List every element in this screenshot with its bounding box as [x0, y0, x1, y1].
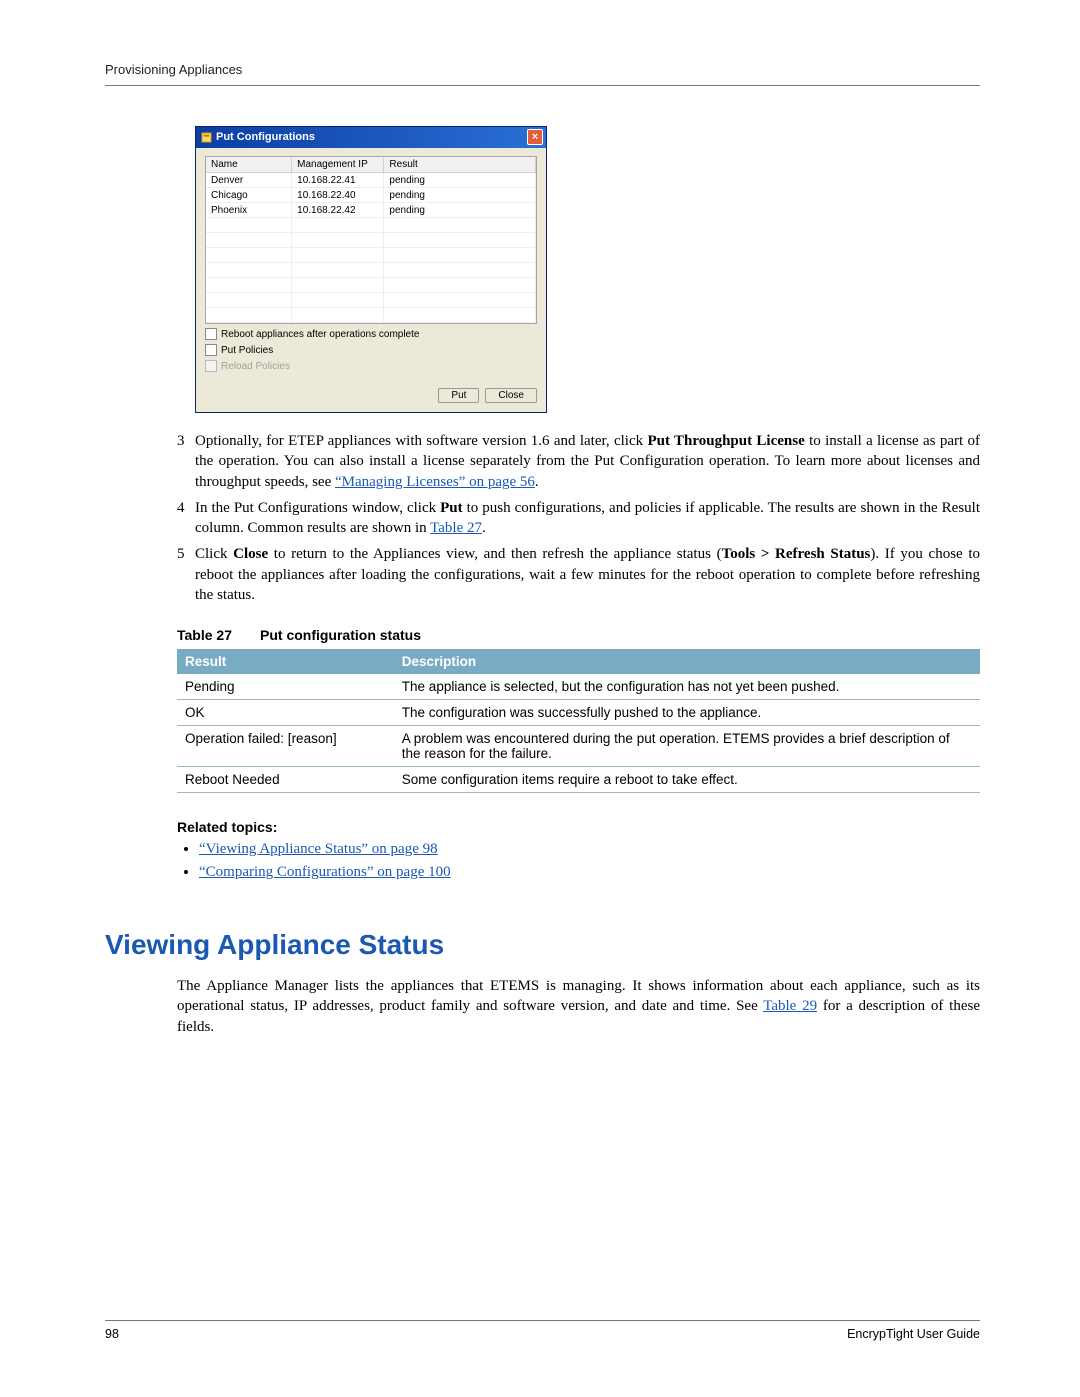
- table-row: OK The configuration was successfully pu…: [177, 700, 980, 726]
- content: 3 Optionally, for ETEP appliances with s…: [177, 431, 980, 1037]
- table-row: Pending The appliance is selected, but t…: [177, 674, 980, 700]
- th-description: Description: [394, 649, 980, 674]
- dialog-title: Put Configurations: [216, 131, 315, 143]
- dialog-buttons: Put Close: [196, 380, 546, 412]
- table-row[interactable]: Phoenix 10.168.22.42 pending: [206, 203, 536, 218]
- page-number: 98: [105, 1327, 119, 1341]
- related-topics-heading: Related topics:: [177, 819, 980, 835]
- related-link[interactable]: “Comparing Configurations” on page 100: [199, 864, 451, 880]
- th-result: Result: [177, 649, 394, 674]
- col-ip: Management IP: [292, 157, 384, 173]
- checkbox-icon: [205, 328, 217, 340]
- close-icon[interactable]: ×: [527, 129, 543, 145]
- table-row[interactable]: Denver 10.168.22.41 pending: [206, 173, 536, 188]
- col-result: Result: [384, 157, 536, 173]
- running-header: Provisioning Appliances: [105, 62, 980, 86]
- put-policies-checkbox[interactable]: Put Policies: [205, 344, 537, 356]
- section-paragraph: The Appliance Manager lists the applianc…: [177, 976, 980, 1037]
- app-icon: [201, 132, 212, 143]
- put-button[interactable]: Put: [438, 388, 479, 403]
- page-footer: 98 EncrypTight User Guide: [105, 1320, 980, 1341]
- table-27: Result Description Pending The appliance…: [177, 649, 980, 793]
- reboot-checkbox[interactable]: Reboot appliances after operations compl…: [205, 328, 537, 340]
- table-29-ref-link[interactable]: Table 29: [763, 998, 817, 1014]
- dialog-body: Name Management IP Result Denver 10.168.…: [196, 148, 546, 380]
- doc-title: EncrypTight User Guide: [847, 1327, 980, 1341]
- related-topics-list: “Viewing Appliance Status” on page 98 “C…: [177, 841, 980, 881]
- step-3: 3 Optionally, for ETEP appliances with s…: [177, 431, 980, 492]
- step-5: 5 Click Close to return to the Appliance…: [177, 544, 980, 605]
- table-row: Reboot Needed Some configuration items r…: [177, 767, 980, 793]
- close-button[interactable]: Close: [485, 388, 537, 403]
- section-heading: Viewing Appliance Status: [105, 929, 980, 961]
- reload-policies-checkbox: Reload Policies: [205, 360, 537, 372]
- checkbox-icon: [205, 360, 217, 372]
- page: Provisioning Appliances Put Configuratio…: [0, 0, 1080, 1397]
- dialog-titlebar: Put Configurations ×: [196, 127, 546, 148]
- table-27-ref-link[interactable]: Table 27: [430, 520, 482, 536]
- table-row: Operation failed: [reason] A problem was…: [177, 726, 980, 767]
- table-27-caption: Table 27Put configuration status: [177, 627, 980, 643]
- figure: Put Configurations × Name Management IP …: [195, 126, 980, 413]
- managing-licenses-link[interactable]: “Managing Licenses” on page 56: [335, 474, 535, 490]
- checkbox-icon: [205, 344, 217, 356]
- table-row[interactable]: Chicago 10.168.22.40 pending: [206, 188, 536, 203]
- step-4: 4 In the Put Configurations window, clic…: [177, 498, 980, 539]
- col-name: Name: [206, 157, 292, 173]
- put-configurations-dialog: Put Configurations × Name Management IP …: [195, 126, 547, 413]
- results-grid: Name Management IP Result Denver 10.168.…: [205, 156, 537, 324]
- related-link[interactable]: “Viewing Appliance Status” on page 98: [199, 841, 438, 857]
